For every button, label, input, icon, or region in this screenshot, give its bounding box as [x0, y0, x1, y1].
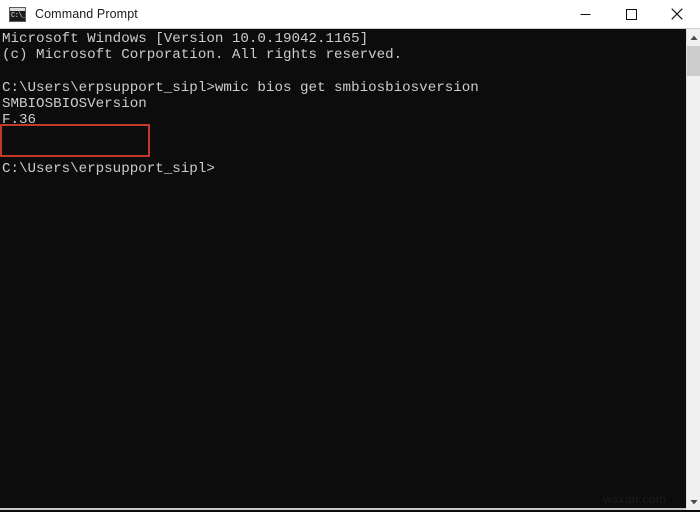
scroll-down-icon[interactable]	[687, 493, 700, 510]
watermark: wsxdn.com	[603, 492, 666, 506]
window-title: Command Prompt	[35, 7, 138, 21]
scroll-up-icon[interactable]	[687, 29, 700, 46]
console-output-area[interactable]: Microsoft Windows [Version 10.0.19042.11…	[0, 29, 686, 510]
redaction-block	[74, 109, 100, 124]
scroll-thumb[interactable]	[687, 46, 700, 76]
minimize-button[interactable]	[562, 0, 608, 29]
window-titlebar[interactable]: C:\_ Command Prompt	[0, 0, 700, 29]
bios-version-highlight	[0, 124, 150, 157]
icon-prompt-glyph: C:\_	[11, 11, 26, 20]
command-prompt-icon: C:\_	[9, 6, 26, 22]
window-controls	[562, 0, 700, 29]
close-button[interactable]	[654, 0, 700, 29]
command-prompt-window: C:\_ Command Prompt Microsoft Windows [V…	[0, 0, 700, 512]
console-scrollbar[interactable]	[686, 29, 700, 510]
maximize-button[interactable]	[608, 0, 654, 29]
window-bottom-edge	[0, 508, 686, 510]
